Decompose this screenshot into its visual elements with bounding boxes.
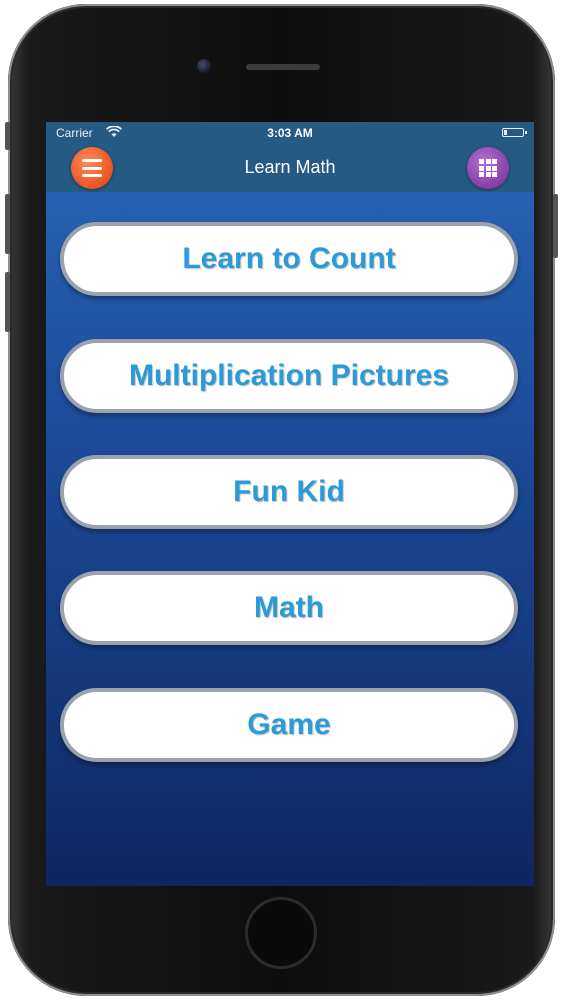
game-button[interactable]: Game	[60, 688, 518, 762]
front-camera	[197, 59, 211, 73]
home-button[interactable]	[245, 897, 317, 969]
menu-item-label: Multiplication Pictures	[128, 359, 450, 392]
learn-to-count-button[interactable]: Learn to Count	[60, 222, 518, 296]
status-bar: Carrier 3:03 AM	[46, 122, 534, 144]
menu-item-label: Fun Kid	[233, 475, 345, 508]
multiplication-pictures-button[interactable]: Multiplication Pictures	[60, 339, 518, 413]
fun-kid-button[interactable]: Fun Kid	[60, 455, 518, 529]
menu-item-label: Math	[254, 591, 324, 624]
silent-switch	[5, 122, 10, 150]
page-title: Learn Math	[244, 157, 336, 177]
phone-frame: Carrier 3:03 AM Learn Math Learn to Coun…	[5, 4, 558, 996]
nav-bar: Learn Math	[46, 144, 534, 192]
app-screen: Carrier 3:03 AM Learn Math Learn to Coun…	[46, 122, 534, 886]
volume-up-button	[5, 194, 10, 254]
clock: 3:03 AM	[267, 126, 313, 140]
power-button	[553, 194, 558, 258]
menu-item-label: Learn to Count	[182, 242, 396, 275]
volume-down-button	[5, 272, 10, 332]
menu-item-label: Game	[247, 708, 331, 741]
earpiece-speaker	[246, 64, 320, 70]
battery-icon	[502, 128, 527, 137]
apps-grid-button[interactable]	[467, 147, 509, 189]
grid-apps-icon	[479, 159, 497, 177]
math-button[interactable]: Math	[60, 571, 518, 645]
